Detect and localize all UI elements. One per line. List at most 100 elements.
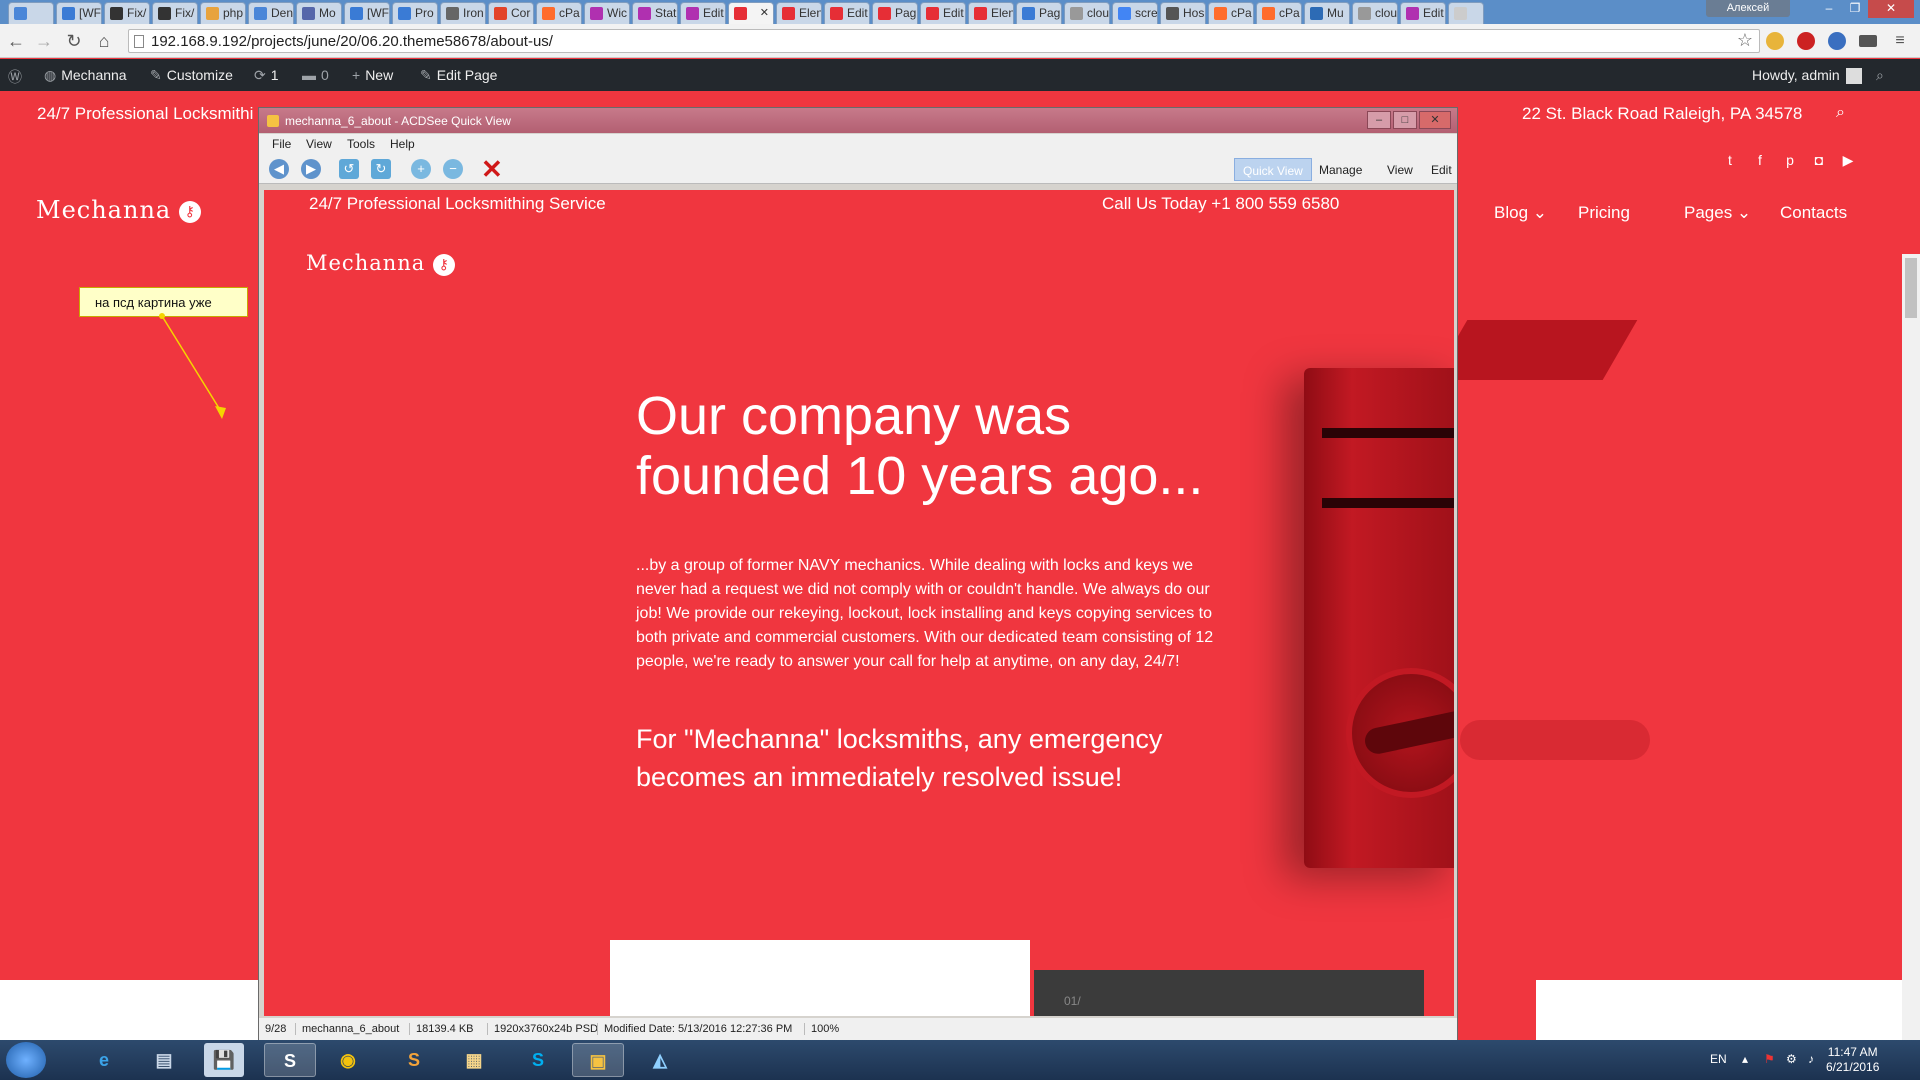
menu-help[interactable]: Help [390,137,415,151]
explorer-icon[interactable]: ▦ [448,1043,500,1077]
nav-blog[interactable]: Blog ⌄ [1494,203,1547,223]
internet-explorer-icon[interactable]: e [78,1043,130,1077]
rotate-left-icon[interactable]: ↺ [339,159,359,179]
skype-app-icon[interactable]: S [512,1043,564,1077]
browser-tab[interactable]: scre [1112,2,1158,24]
browser-tab[interactable]: Pro [392,2,438,24]
mode-manage[interactable]: Manage [1311,158,1370,181]
menu-view[interactable]: View [306,137,332,151]
wp-search-icon[interactable]: ⌕ [1876,67,1884,84]
browser-tab[interactable]: ✕ [728,2,774,24]
next-icon[interactable]: ▶ [301,159,321,179]
bookmark-star-icon[interactable]: ☆ [1737,30,1753,51]
app-taskbar-icon[interactable]: ◭ [634,1043,686,1077]
extension-icon[interactable] [1766,32,1784,50]
tab-close-icon[interactable]: ✕ [760,6,769,19]
browser-tab[interactable]: Hos [1160,2,1206,24]
browser-profile-button[interactable]: Алексей [1706,0,1790,17]
scrollbar-thumb[interactable] [1905,258,1917,318]
browser-tab[interactable]: Stat [632,2,678,24]
browser-tab[interactable]: Mo [296,2,342,24]
wp-edit-page[interactable]: ✎ Edit Page [420,67,497,84]
key-icon: ⚷ [433,253,456,276]
tray-network-icon[interactable]: ⚙ [1786,1052,1797,1066]
browser-tab[interactable]: Wic [584,2,630,24]
facebook-icon[interactable]: f [1752,152,1768,168]
instagram-icon[interactable]: ◘ [1811,152,1827,168]
address-bar[interactable]: 192.168.9.192/projects/june/20/06.20.the… [128,29,1760,53]
browser-tab[interactable]: Edit [680,2,726,24]
zoom-out-icon[interactable]: − [443,159,463,179]
image-viewer[interactable]: 24/7 Professional Locksmithing Service C… [264,190,1454,1016]
browser-tab[interactable]: cPa [536,2,582,24]
menu-file[interactable]: File [272,137,291,151]
language-indicator[interactable]: EN [1710,1052,1727,1066]
tab-label: cPa [559,6,580,20]
nav-contacts[interactable]: Contacts [1780,203,1847,223]
mail-icon[interactable] [1859,35,1877,47]
mode-quick-view[interactable]: Quick View [1234,158,1312,181]
browser-tab[interactable]: [WF [344,2,390,24]
browser-tab[interactable]: Edit [920,2,966,24]
maximize-button[interactable]: ❐ [1842,0,1868,18]
tray-volume-icon[interactable]: ♪ [1808,1052,1814,1066]
start-button[interactable] [6,1042,46,1078]
chrome-icon[interactable]: ◉ [322,1043,374,1077]
delete-icon[interactable]: ✕ [481,156,503,182]
browser-tab[interactable]: Edit [1400,2,1446,24]
browser-tab[interactable]: cPa [1208,2,1254,24]
status-filename: mechanna_6_about [295,1023,399,1035]
browser-tab[interactable]: Mu [1304,2,1350,24]
browser-tab[interactable]: Cor [488,2,534,24]
tab-label: Mo [319,6,336,20]
browser-tab[interactable]: clou [1064,2,1110,24]
menu-icon[interactable]: ≡ [1890,31,1910,51]
previous-icon[interactable]: ◀ [269,159,289,179]
windows-taskbar: e ▤ 💾 S ◉ S ▦ S ▣ ◭ EN ▴ ⚑ ⚙ ♪ 11:47 AM … [0,1040,1920,1080]
zoom-in-icon[interactable]: + [411,159,431,179]
acdsee-maximize-button[interactable]: □ [1393,111,1417,129]
mode-view[interactable]: View [1379,158,1421,181]
extension-globe-icon[interactable] [1828,32,1846,50]
sublime-icon[interactable]: S [388,1043,440,1077]
browser-tab[interactable]: Iron [440,2,486,24]
browser-tab[interactable]: Pag [1016,2,1062,24]
save-icon[interactable]: 💾 [204,1043,244,1077]
wp-comments[interactable]: ▬ 0 [302,67,329,83]
status-index: 9/28 [265,1023,287,1035]
tray-flag-icon[interactable]: ⚑ [1764,1052,1775,1066]
notepad-icon[interactable]: ▤ [138,1043,190,1077]
wp-howdy[interactable]: Howdy, admin [1752,67,1862,85]
browser-tab[interactable] [1448,2,1484,24]
acdsee-taskbar-icon[interactable]: ▣ [572,1043,624,1077]
browser-tab[interactable]: Edit [824,2,870,24]
close-window-button[interactable]: ✕ [1868,0,1914,18]
mode-edit[interactable]: Edit [1423,158,1460,181]
tab-favicon-icon [1070,7,1083,20]
nav-pages[interactable]: Pages ⌄ [1684,203,1751,223]
rotate-right-icon[interactable]: ↻ [371,159,391,179]
browser-tab[interactable]: clou [1352,2,1398,24]
search-icon[interactable]: ⌕ [1836,104,1845,122]
nav-pricing[interactable]: Pricing [1578,203,1630,223]
browser-tab[interactable]: cPa [1256,2,1302,24]
acdsee-minimize-button[interactable]: – [1367,111,1391,129]
browser-tab[interactable]: Elen [776,2,822,24]
tab-favicon-icon [782,7,795,20]
taskbar-clock[interactable]: 11:47 AM 6/21/2016 [1826,1045,1879,1075]
browser-tab[interactable]: Pag [872,2,918,24]
tab-favicon-icon [1022,7,1035,20]
browser-tab[interactable]: Elen [968,2,1014,24]
page-scrollbar[interactable] [1902,254,1920,1040]
menu-tools[interactable]: Tools [347,137,375,151]
twitter-icon[interactable]: t [1722,152,1738,168]
youtube-icon[interactable]: ▶ [1840,152,1856,169]
minimize-button[interactable]: – [1816,0,1842,18]
adblock-icon[interactable] [1797,32,1815,50]
pinterest-icon[interactable]: p [1782,152,1798,168]
wp-new[interactable]: + New [352,67,393,83]
tray-expand-icon[interactable]: ▴ [1742,1052,1748,1066]
acdsee-title-bar[interactable]: mechanna_6_about - ACDSee Quick View – □… [259,108,1457,133]
acdsee-close-button[interactable]: ✕ [1419,111,1451,129]
skype-icon[interactable]: S [264,1043,316,1077]
